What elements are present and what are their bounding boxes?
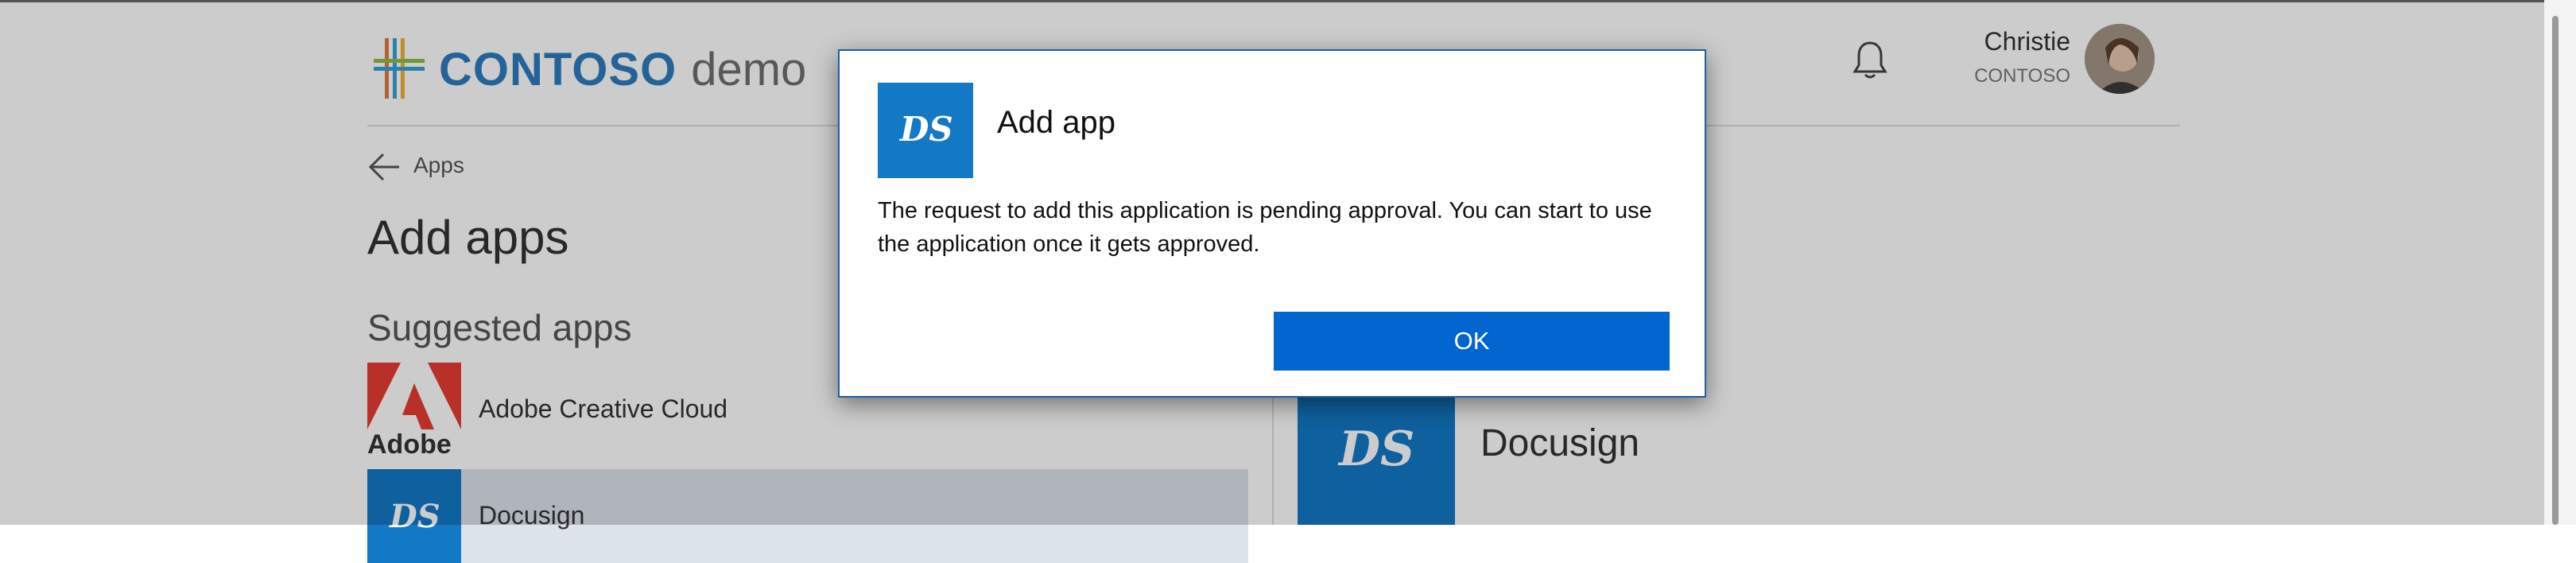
ok-button[interactable]: OK: [1274, 312, 1670, 371]
add-app-dialog: DS Add app The request to add this appli…: [838, 49, 1706, 398]
docusign-logo-text: DS: [900, 110, 953, 149]
scrollbar-thumb[interactable]: [2552, 16, 2559, 525]
app-page: CONTOSO demo Christie CONTOSO Apps Add ap…: [0, 0, 2576, 563]
dialog-message: The request to add this application is p…: [878, 198, 1652, 257]
dialog-title: Add app: [997, 105, 1116, 140]
docusign-icon: DS: [878, 83, 973, 178]
scrollbar-track[interactable]: [2544, 0, 2576, 525]
